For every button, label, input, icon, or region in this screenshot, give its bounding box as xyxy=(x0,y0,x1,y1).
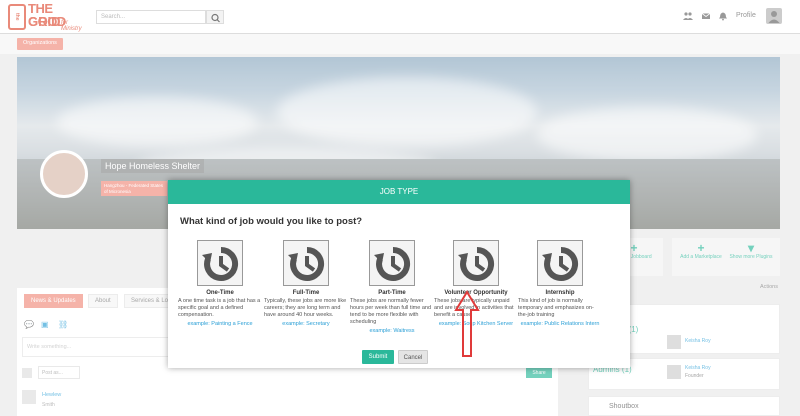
search-icon xyxy=(211,13,220,23)
history-icon xyxy=(197,240,243,286)
modal-question: What kind of job would you like to post? xyxy=(180,216,363,227)
search-input[interactable]: Search... xyxy=(96,10,206,24)
option-full-time[interactable]: Full-Time Typically, these jobs are more… xyxy=(264,240,348,327)
cancel-button[interactable]: Cancel xyxy=(398,350,428,364)
option-example: example: Secretary xyxy=(282,321,330,327)
bell-icon[interactable] xyxy=(718,11,728,21)
top-navbar: the THE GOOD GRID for Ministry Search...… xyxy=(0,0,800,34)
history-icon xyxy=(453,240,499,286)
option-desc: This kind of job is normally temporary a… xyxy=(518,298,594,318)
option-example: example: Waitress xyxy=(369,328,415,334)
logo-badge: the xyxy=(8,4,26,30)
option-title: Full-Time xyxy=(292,290,320,296)
option-example: example: Painting a Fence xyxy=(187,321,253,327)
history-icon xyxy=(369,240,415,286)
mail-icon[interactable] xyxy=(701,11,711,21)
option-desc: A one time task is a job that has a spec… xyxy=(178,298,261,318)
option-one-time[interactable]: One-Time A one time task is a job that h… xyxy=(178,240,262,327)
user-avatar[interactable] xyxy=(766,8,782,24)
logo-line2: GRID xyxy=(28,14,61,29)
search-button[interactable] xyxy=(206,10,224,24)
option-internship[interactable]: Internship This kind of job is normally … xyxy=(518,240,602,327)
option-title: Internship xyxy=(545,290,575,296)
option-example: example: Public Relations Intern xyxy=(520,321,600,327)
modal-title: JOB TYPE xyxy=(168,180,630,204)
history-icon xyxy=(537,240,583,286)
job-type-modal: JOB TYPE What kind of job would you like… xyxy=(168,180,630,368)
history-icon xyxy=(283,240,329,286)
option-title: One-Time xyxy=(206,290,234,296)
site-logo[interactable]: the THE GOOD GRID for Ministry xyxy=(8,2,90,32)
annotation-arrow-icon xyxy=(454,290,480,357)
option-desc: These jobs are normally fewer hours per … xyxy=(350,298,432,325)
profile-link[interactable]: Profile xyxy=(736,12,756,19)
logo-tagline: for Ministry xyxy=(61,20,82,32)
people-icon[interactable] xyxy=(683,11,693,21)
submit-button[interactable]: Submit xyxy=(362,350,394,364)
option-title: Part-Time xyxy=(378,290,406,296)
option-part-time[interactable]: Part-Time These jobs are normally fewer … xyxy=(350,240,434,334)
option-desc: Typically, these jobs are more like care… xyxy=(264,298,347,318)
